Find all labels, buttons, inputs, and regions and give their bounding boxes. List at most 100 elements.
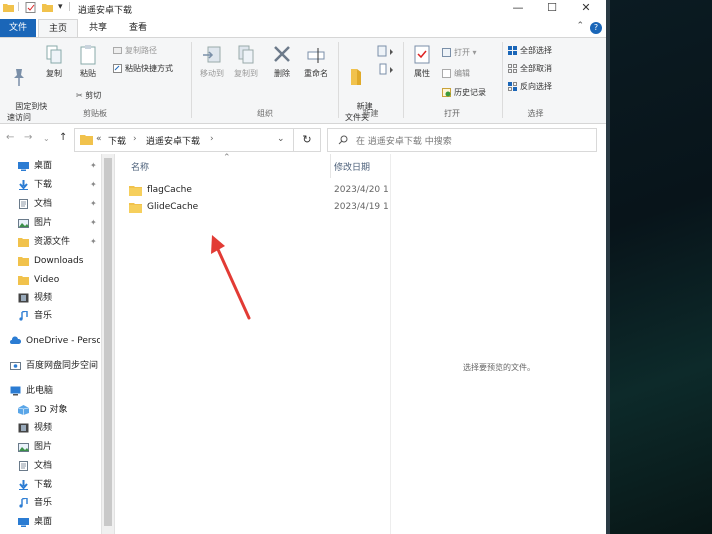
file-row[interactable]: GlideCache 2023/4/19 1 [129, 199, 390, 216]
open-label: 打开 [454, 48, 470, 57]
paste-icon [80, 45, 96, 65]
collapse-ribbon-icon[interactable]: ⌃ [576, 21, 584, 31]
new-item-icon[interactable] [377, 45, 395, 59]
back-arrow-icon[interactable]: ← [6, 132, 14, 143]
invert-selection-button[interactable]: 反向选择 [508, 81, 552, 93]
file-date: 2023/4/19 1 [334, 202, 389, 212]
refresh-button[interactable]: ↻ [293, 128, 321, 152]
paste-shortcut-button[interactable]: 粘贴快捷方式 [113, 63, 173, 75]
folder-icon [3, 4, 14, 12]
select-none-icon [508, 64, 517, 73]
delete-button[interactable]: 删除 [268, 44, 296, 79]
sidebar-item-label: 视频 [34, 423, 53, 433]
edit-button[interactable]: 编辑 [442, 68, 470, 80]
nav-scrollbar[interactable] [101, 154, 115, 534]
breadcrumb-separator-icon[interactable]: › [210, 134, 214, 144]
new-folder-button[interactable]: 新建 文件夹 [341, 44, 373, 134]
edit-icon [442, 69, 451, 78]
easy-access-icon[interactable] [377, 63, 395, 77]
select-all-button[interactable]: 全部选择 [508, 45, 552, 57]
paste-shortcut-icon [113, 64, 122, 73]
select-none-button[interactable]: 全部取消 [508, 63, 552, 75]
move-to-button[interactable]: 移动到 [196, 44, 228, 79]
history-button[interactable]: 历史记录 [442, 87, 486, 99]
pin-icon[interactable]: ✦ [90, 233, 97, 251]
breadcrumb-current[interactable]: 逍遥安卓下载 [146, 134, 200, 147]
forward-arrow-icon[interactable]: → [24, 132, 32, 143]
up-arrow-icon[interactable]: ↑ [59, 132, 67, 143]
annotation-arrow [211, 235, 251, 320]
tab-file[interactable]: 文件 [0, 19, 36, 37]
tab-home[interactable]: 主页 [38, 19, 78, 37]
folder-icon [129, 203, 142, 213]
title-bar: | ▾ | 逍遥安卓下载 — ☐ ✕ [0, 0, 606, 18]
download-icon [19, 180, 28, 190]
sidebar-item-label: 音乐 [34, 311, 53, 321]
document-icon [19, 199, 28, 209]
column-header-modified[interactable]: 修改日期 [334, 160, 370, 173]
sidebar-item-label: Downloads [34, 256, 84, 266]
copy-to-icon [238, 45, 254, 64]
pin-quick-access-button[interactable]: 固定到快 速访问 [0, 44, 47, 134]
copy-path-button[interactable]: 复制路径 [113, 45, 157, 57]
pin-icon [14, 69, 24, 86]
nav-scrollbar-thumb[interactable] [104, 158, 112, 526]
download-icon [19, 480, 28, 490]
pin-icon[interactable]: ✦ [90, 157, 97, 175]
sidebar-item-label: 资源文件 [34, 237, 71, 247]
cut-button[interactable]: ✂ 剪切 [76, 90, 101, 102]
customize-toolbar-icon[interactable]: ▾ [58, 2, 63, 12]
close-button[interactable]: ✕ [570, 0, 602, 18]
file-list: ⌃ 名称 修改日期 flagCache 2023/4/20 1 GlideCache… [115, 153, 390, 534]
maximize-button[interactable]: ☐ [536, 0, 568, 18]
delete-icon [274, 46, 290, 62]
invert-selection-label: 反向选择 [520, 82, 552, 91]
new-folder-icon[interactable] [42, 2, 53, 13]
refresh-icon: ↻ [302, 133, 312, 146]
desktop-icon [18, 518, 29, 527]
recent-chevron-icon[interactable]: ⌄ [43, 134, 50, 143]
onedrive-icon [10, 336, 21, 344]
folder-icon [129, 186, 142, 196]
properties-label: 属性 [414, 69, 430, 78]
history-icon [442, 88, 451, 97]
search-box[interactable]: 在 逍遥安卓下载 中搜索 [327, 128, 597, 152]
pin-icon[interactable]: ✦ [90, 195, 97, 213]
tab-view[interactable]: 查看 [120, 19, 156, 37]
address-bar[interactable]: « 下载 › 逍遥安卓下载 › ⌄ [74, 128, 294, 152]
pin-icon[interactable]: ✦ [90, 176, 97, 194]
paste-button[interactable]: 粘贴 [70, 44, 106, 79]
properties-icon[interactable] [25, 2, 36, 13]
copy-to-button[interactable]: 复制到 [230, 44, 262, 79]
rename-icon [307, 48, 325, 63]
help-button[interactable]: ? [590, 22, 602, 34]
breadcrumb-downloads[interactable]: 下载 [108, 134, 126, 147]
properties-button[interactable]: 属性 [407, 44, 437, 79]
folder-icon [80, 135, 93, 145]
window-edge [606, 0, 610, 534]
tab-share[interactable]: 共享 [80, 19, 116, 37]
folder-icon [18, 276, 29, 285]
copy-path-icon [113, 47, 122, 54]
rename-button[interactable]: 重命名 [298, 44, 334, 79]
group-select-label: 选择 [527, 109, 544, 118]
sidebar-item-label: 文档 [34, 199, 53, 209]
invert-selection-icon [508, 82, 517, 91]
address-dropdown-icon[interactable]: ⌄ [277, 134, 285, 144]
baidu-netdisk-icon [10, 362, 21, 370]
minimize-button[interactable]: — [502, 0, 534, 18]
copy-path-label: 复制路径 [125, 46, 157, 55]
column-divider[interactable] [330, 154, 331, 178]
properties-icon [414, 45, 430, 64]
group-separator [338, 42, 339, 118]
open-button[interactable]: 打开 ▾ [442, 47, 477, 59]
breadcrumb-overflow[interactable]: « [96, 134, 102, 144]
breadcrumb-separator-icon[interactable]: › [133, 134, 137, 144]
paste-shortcut-label: 粘贴快捷方式 [125, 64, 173, 73]
copy-to-label: 复制到 [234, 69, 258, 78]
column-header-name[interactable]: 名称 [131, 160, 149, 173]
pin-icon[interactable]: ✦ [90, 214, 97, 232]
file-row[interactable]: flagCache 2023/4/20 1 [129, 182, 390, 199]
sidebar-item-label: 图片 [34, 218, 53, 228]
copy-button[interactable]: 复制 [40, 44, 68, 79]
